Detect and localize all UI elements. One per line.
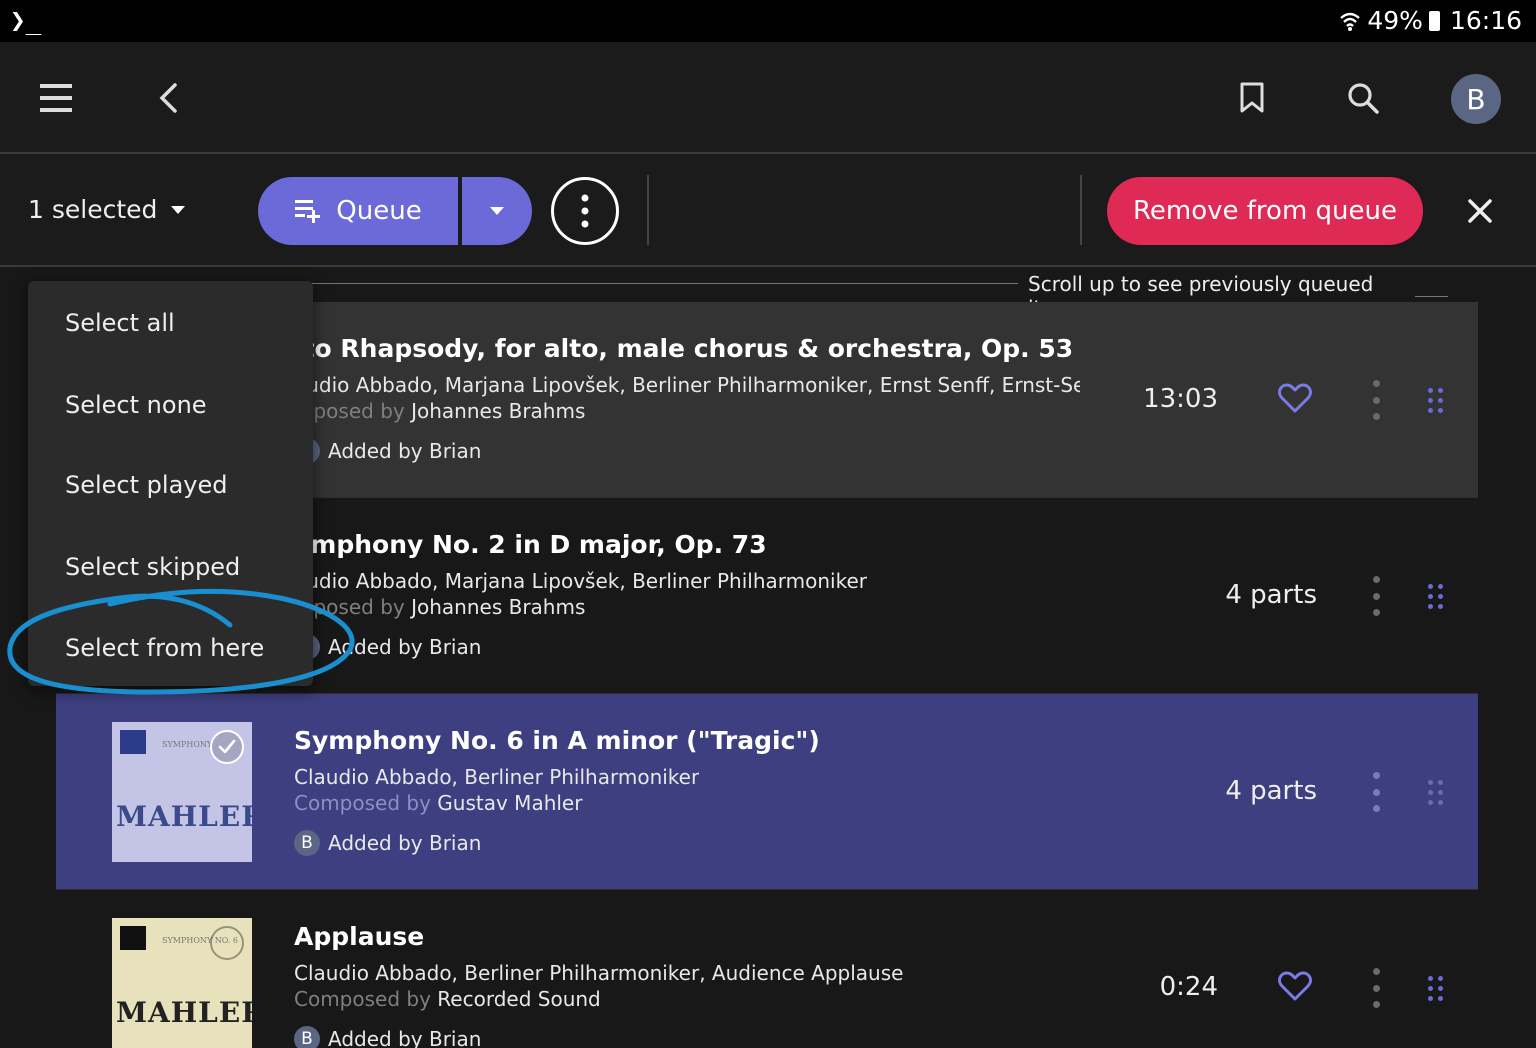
queue-add-icon <box>295 200 321 223</box>
check-icon[interactable] <box>210 926 244 960</box>
divider <box>647 175 649 245</box>
composer-name[interactable]: Johannes Brahms <box>411 399 585 423</box>
added-by-text: Added by Brian <box>328 439 482 463</box>
track-composer: Composed by Gustav Mahler <box>294 791 582 815</box>
selection-bar: 1 selected Queue Remove from queue <box>0 155 1536 267</box>
track-title: ymphony No. 2 in D major, Op. 73 <box>294 530 767 559</box>
status-bar: ❯_ 49% 16:16 <box>0 0 1536 42</box>
status-right: 49% 16:16 <box>1339 6 1522 35</box>
chevron-down-icon <box>490 207 504 215</box>
track-composer: mposed by Johannes Brahms <box>294 595 585 619</box>
composer-name[interactable]: Johannes Brahms <box>411 595 585 619</box>
more-vertical-icon[interactable] <box>1370 576 1382 616</box>
added-by: B Added by Brian <box>294 1026 481 1048</box>
hint-line-right <box>1414 295 1448 297</box>
composer-name[interactable]: Gustav Mahler <box>437 791 582 815</box>
track-duration: 0:24 <box>1159 972 1218 1002</box>
queue-options-button[interactable] <box>462 177 532 245</box>
wifi-icon <box>1340 12 1361 31</box>
album-art: SYMPHONY NO. 6 MAHLER <box>112 918 252 1048</box>
track-artists: audio Abbado, Marjana Lipovšek, Berliner… <box>294 373 1080 397</box>
mini-avatar: B <box>294 830 320 856</box>
more-actions-button[interactable] <box>551 177 619 245</box>
queue-button[interactable]: Queue <box>258 177 458 245</box>
drag-handle-icon[interactable] <box>1428 584 1444 610</box>
drag-handle-icon[interactable] <box>1428 780 1444 806</box>
track-parts: 4 parts <box>1225 580 1317 610</box>
album-art: SYMPHONY MAHLER <box>112 722 252 862</box>
label-logo <box>120 730 146 754</box>
back-icon[interactable] <box>152 80 184 116</box>
more-vertical-icon[interactable] <box>1370 380 1382 420</box>
label-logo <box>120 926 146 950</box>
selection-count-label: 1 selected <box>28 195 158 224</box>
queue-button-label: Queue <box>336 196 422 226</box>
added-by: BAdded by Brian <box>294 634 481 660</box>
menu-icon[interactable] <box>36 80 76 116</box>
close-icon[interactable] <box>1462 193 1498 233</box>
check-icon[interactable] <box>210 730 244 764</box>
track-artists: audio Abbado, Marjana Lipovšek, Berliner… <box>294 569 867 593</box>
added-by-text: Added by Brian <box>328 1027 482 1048</box>
app-bar: B <box>0 42 1536 154</box>
drag-handle-icon[interactable] <box>1428 976 1444 1002</box>
heart-icon[interactable] <box>1278 970 1312 1006</box>
more-vertical-icon[interactable] <box>1370 772 1382 812</box>
selection-count-dropdown[interactable]: 1 selected <box>28 195 186 224</box>
composed-by-label: Composed by <box>294 987 431 1011</box>
track-title: Symphony No. 6 in A minor ("Tragic") <box>294 726 820 755</box>
queue-row[interactable]: SYMPHONY NO. 6 MAHLER Applause Claudio A… <box>56 890 1478 1048</box>
track-parts: 4 parts <box>1225 776 1317 806</box>
track-composer: mposed by Johannes Brahms <box>294 399 585 423</box>
track-artists: Claudio Abbado, Berliner Philharmoniker <box>294 765 700 789</box>
selection-menu: Select all Select none Select played Sel… <box>28 281 313 686</box>
menu-item-select-played[interactable]: Select played <box>65 471 227 499</box>
track-title: lto Rhapsody, for alto, male chorus & or… <box>294 334 1074 363</box>
remove-from-queue-button[interactable]: Remove from queue <box>1107 177 1423 245</box>
composer-name[interactable]: Recorded Sound <box>437 987 600 1011</box>
divider <box>1080 175 1082 245</box>
album-art-subtitle: SYMPHONY <box>162 740 213 749</box>
composed-by-label: Composed by <box>294 791 431 815</box>
track-composer: Composed by Recorded Sound <box>294 987 601 1011</box>
menu-item-select-none[interactable]: Select none <box>65 391 207 419</box>
track-duration: 13:03 <box>1143 384 1218 414</box>
search-icon[interactable] <box>1345 80 1381 116</box>
album-art-title: MAHLER <box>116 800 252 833</box>
mini-avatar: B <box>294 1026 320 1048</box>
added-by: B Added by Brian <box>294 830 481 856</box>
more-vertical-icon <box>581 194 589 228</box>
drag-handle-icon[interactable] <box>1428 388 1444 414</box>
menu-item-select-from-here[interactable]: Select from here <box>65 634 264 662</box>
queue-row-selected[interactable]: SYMPHONY MAHLER Symphony No. 6 in A mino… <box>56 694 1478 890</box>
heart-icon[interactable] <box>1278 382 1312 418</box>
clock: 16:16 <box>1449 6 1522 35</box>
album-art-title: MAHLER <box>116 996 252 1029</box>
track-artists: Claudio Abbado, Berliner Philharmoniker,… <box>294 961 904 985</box>
menu-item-select-all[interactable]: Select all <box>65 309 175 337</box>
added-by: BAdded by Brian <box>294 438 481 464</box>
chevron-down-icon <box>171 205 186 214</box>
track-title: Applause <box>294 922 425 951</box>
battery-percent: 49% <box>1367 6 1423 35</box>
terminal-icon: ❯_ <box>10 6 42 36</box>
menu-item-select-skipped[interactable]: Select skipped <box>65 553 240 581</box>
added-by-text: Added by Brian <box>328 635 482 659</box>
bookmark-icon[interactable] <box>1236 80 1268 116</box>
more-vertical-icon[interactable] <box>1370 968 1382 1008</box>
battery-icon <box>1428 10 1440 31</box>
added-by-text: Added by Brian <box>328 831 482 855</box>
user-avatar[interactable]: B <box>1451 74 1501 124</box>
